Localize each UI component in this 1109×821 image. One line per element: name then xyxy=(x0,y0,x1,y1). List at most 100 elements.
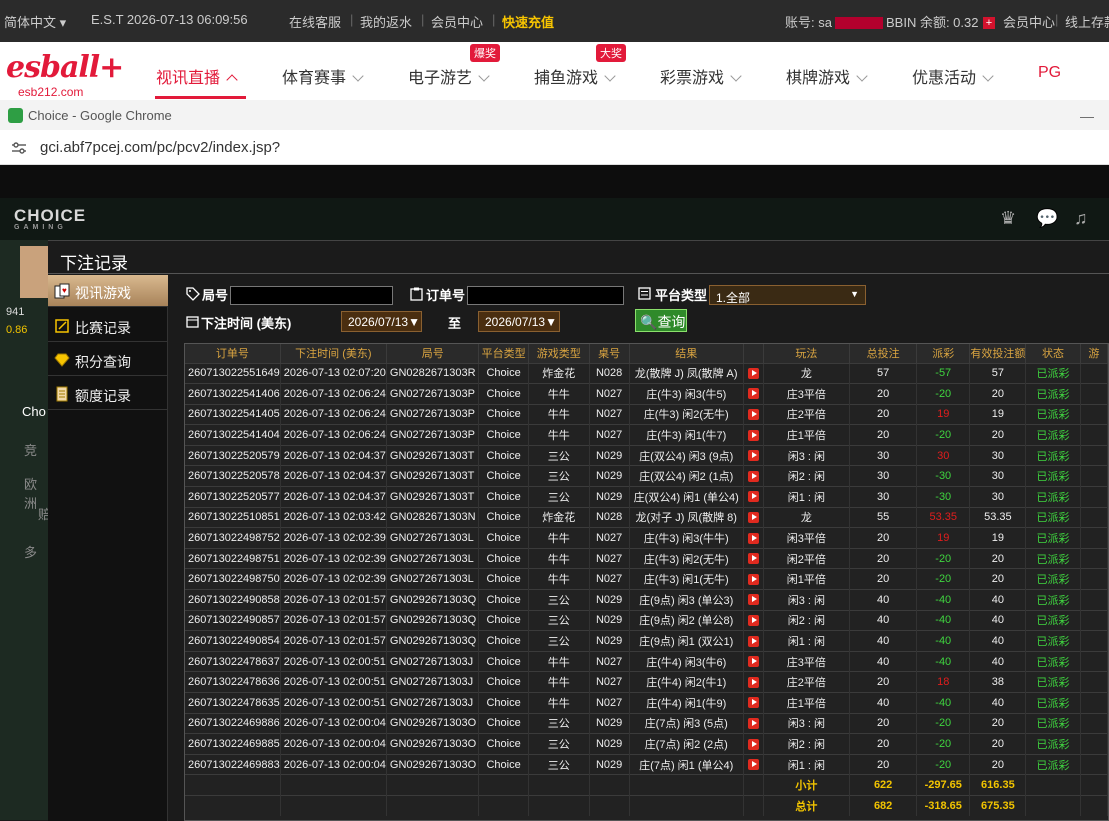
order-id-cell[interactable]: 260713022541405 xyxy=(185,403,281,425)
order-id-cell[interactable]: 260713022498751 xyxy=(185,547,281,569)
extra-cell xyxy=(1080,568,1108,590)
online-deposit-link[interactable]: 线上存款 xyxy=(1065,12,1109,31)
customer-service-link[interactable]: 在线客服 xyxy=(289,12,341,31)
nav-fishing[interactable]: 捕鱼游戏 xyxy=(534,64,616,88)
refresh-balance-icon[interactable]: + xyxy=(983,14,995,29)
round-label: 局号 xyxy=(202,288,229,303)
video-replay-icon[interactable] xyxy=(747,388,759,400)
quick-recharge-link[interactable]: 快速充值 xyxy=(502,12,554,31)
result-cell: 庄(双公4) 闲1 (单公4) xyxy=(629,486,744,508)
video-replay-icon[interactable] xyxy=(747,367,759,379)
url-text[interactable]: gci.abf7pcej.com/pc/pcv2/index.jsp? xyxy=(40,139,280,156)
nav-pg[interactable]: PG xyxy=(1038,64,1061,82)
order-id-cell[interactable]: 260713022520578 xyxy=(185,465,281,487)
table-row[interactable]: 260713022478637 2026-07-13 02:00:51 GN0272… xyxy=(185,650,1108,672)
table-row[interactable]: 260713022490857 2026-07-13 02:01:57 GN0292… xyxy=(185,609,1108,631)
nav-card-games[interactable]: 棋牌游戏 xyxy=(786,64,868,88)
order-id-cell[interactable]: 260713022469885 xyxy=(185,733,281,755)
video-replay-icon[interactable] xyxy=(747,717,759,729)
order-id-cell[interactable]: 260713022541406 xyxy=(185,383,281,405)
order-id-cell[interactable]: 260713022469883 xyxy=(185,753,281,775)
order-id-cell[interactable]: 260713022478637 xyxy=(185,650,281,672)
table-row[interactable]: 260713022520578 2026-07-13 02:04:37 GN0292… xyxy=(185,465,1108,487)
site-info-icon[interactable] xyxy=(12,142,26,154)
order-id-cell[interactable]: 260713022498752 xyxy=(185,527,281,549)
member-center-link[interactable]: 会员中心 xyxy=(431,12,483,31)
round-input[interactable] xyxy=(230,286,393,305)
vip-crown-icon[interactable]: ♛ xyxy=(1000,208,1016,229)
nav-promotions[interactable]: 优惠活动 xyxy=(912,64,994,88)
video-replay-icon[interactable] xyxy=(747,738,759,750)
video-replay-icon[interactable] xyxy=(747,450,759,462)
video-replay-icon[interactable] xyxy=(747,429,759,441)
bet-table[interactable]: 订单号 下注时间 (美东) 局号 平台类型 游戏类型 桌号 结果 玩法 总投注 派彩 有效投注额 状态… xyxy=(184,343,1109,821)
nav-slots[interactable]: 电子游艺 xyxy=(408,64,490,88)
nav-live-video[interactable]: 视讯直播 xyxy=(156,64,238,88)
esball-logo[interactable]: esball+ esb212.com xyxy=(6,50,124,99)
order-id-cell[interactable]: 260713022469886 xyxy=(185,712,281,734)
order-id-cell[interactable]: 260713022541404 xyxy=(185,424,281,446)
language-selector[interactable]: 简体中文 ▾ xyxy=(4,12,66,31)
order-id-cell[interactable]: 260713022498750 xyxy=(185,568,281,590)
video-replay-icon[interactable] xyxy=(747,553,759,565)
menu-match-records[interactable]: 比赛记录 xyxy=(48,310,168,342)
member-center-top-link[interactable]: 会员中心 xyxy=(1003,12,1055,31)
table-row[interactable]: 260713022520577 2026-07-13 02:04:37 GN0292… xyxy=(185,486,1108,508)
video-replay-icon[interactable] xyxy=(747,573,759,585)
video-replay-icon[interactable] xyxy=(747,594,759,606)
order-id-cell[interactable]: 260713022520577 xyxy=(185,486,281,508)
order-id-cell[interactable]: 260713022490857 xyxy=(185,609,281,631)
video-replay-icon[interactable] xyxy=(747,697,759,709)
menu-points-query[interactable]: 积分查询 xyxy=(48,344,168,376)
table-row[interactable]: 260713022541405 2026-07-13 02:06:24 GN0272… xyxy=(185,403,1108,425)
table-row[interactable]: 260713022490854 2026-07-13 02:01:57 GN0292… xyxy=(185,630,1108,652)
date-from-picker[interactable]: 2026/07/13▼ xyxy=(341,311,422,332)
video-replay-icon[interactable] xyxy=(747,470,759,482)
order-id-cell[interactable]: 260713022510851 xyxy=(185,506,281,528)
video-replay-icon[interactable] xyxy=(747,635,759,647)
round-id-cell: GN0292671303O xyxy=(386,712,480,734)
video-replay-icon[interactable] xyxy=(747,512,759,524)
url-bar[interactable]: gci.abf7pcej.com/pc/pcv2/index.jsp? xyxy=(0,130,1109,165)
date-to-picker[interactable]: 2026/07/13▼ xyxy=(478,311,560,332)
table-row[interactable]: 260713022520579 2026-07-13 02:04:37 GN0292… xyxy=(185,444,1108,466)
bet-time-cell: 2026-07-13 02:00:51 xyxy=(280,671,387,693)
table-row[interactable]: 260713022551649 2026-07-13 02:07:20 GN0282… xyxy=(185,362,1108,384)
table-row[interactable]: 260713022510851 2026-07-13 02:03:42 GN0282… xyxy=(185,506,1108,528)
nav-lottery[interactable]: 彩票游戏 xyxy=(660,64,742,88)
nav-sports[interactable]: 体育赛事 xyxy=(282,64,364,88)
table-row[interactable]: 260713022541404 2026-07-13 02:06:24 GN0272… xyxy=(185,424,1108,446)
video-replay-icon[interactable] xyxy=(747,656,759,668)
table-row[interactable]: 260713022478636 2026-07-13 02:00:51 GN0272… xyxy=(185,671,1108,693)
table-row[interactable]: 260713022541406 2026-07-13 02:06:24 GN0272… xyxy=(185,383,1108,405)
order-id-cell[interactable]: 260713022551649 xyxy=(185,362,281,384)
video-replay-icon[interactable] xyxy=(747,759,759,771)
order-id-cell[interactable]: 260713022478636 xyxy=(185,671,281,693)
video-replay-icon[interactable] xyxy=(747,409,759,421)
query-button[interactable]: 🔍查询 xyxy=(635,309,687,332)
order-id-cell[interactable]: 260713022490858 xyxy=(185,589,281,611)
video-replay-icon[interactable] xyxy=(747,615,759,627)
table-row[interactable]: 260713022478635 2026-07-13 02:00:51 GN0272… xyxy=(185,692,1108,714)
chat-icon[interactable]: 💬 xyxy=(1036,208,1058,229)
video-replay-icon[interactable] xyxy=(747,676,759,688)
video-replay-icon[interactable] xyxy=(747,491,759,503)
table-row[interactable]: 260713022498751 2026-07-13 02:02:39 GN0272… xyxy=(185,547,1108,569)
order-id-cell[interactable]: 260713022520579 xyxy=(185,444,281,466)
table-row[interactable]: 260713022498752 2026-07-13 02:02:39 GN0272… xyxy=(185,527,1108,549)
order-input[interactable] xyxy=(467,286,624,305)
music-icon[interactable]: ♫ xyxy=(1074,208,1088,229)
table-row[interactable]: 260713022490858 2026-07-13 02:01:57 GN0292… xyxy=(185,589,1108,611)
platform-select[interactable]: 1.全部 ▼ xyxy=(709,285,866,305)
table-row[interactable]: 260713022469885 2026-07-13 02:00:04 GN0292… xyxy=(185,733,1108,755)
video-replay-icon[interactable] xyxy=(747,532,759,544)
menu-credit-records[interactable]: 额度记录 xyxy=(48,378,168,410)
table-row[interactable]: 260713022469883 2026-07-13 02:00:04 GN0292… xyxy=(185,753,1108,775)
minimize-icon[interactable]: — xyxy=(1080,108,1094,124)
order-id-cell[interactable]: 260713022490854 xyxy=(185,630,281,652)
menu-live-games[interactable]: ♥ 视讯游戏 xyxy=(48,275,168,307)
rebate-link[interactable]: 我的返水 xyxy=(360,12,412,31)
table-row[interactable]: 260713022498750 2026-07-13 02:02:39 GN0272… xyxy=(185,568,1108,590)
table-row[interactable]: 260713022469886 2026-07-13 02:00:04 GN0292… xyxy=(185,712,1108,734)
order-id-cell[interactable]: 260713022478635 xyxy=(185,692,281,714)
